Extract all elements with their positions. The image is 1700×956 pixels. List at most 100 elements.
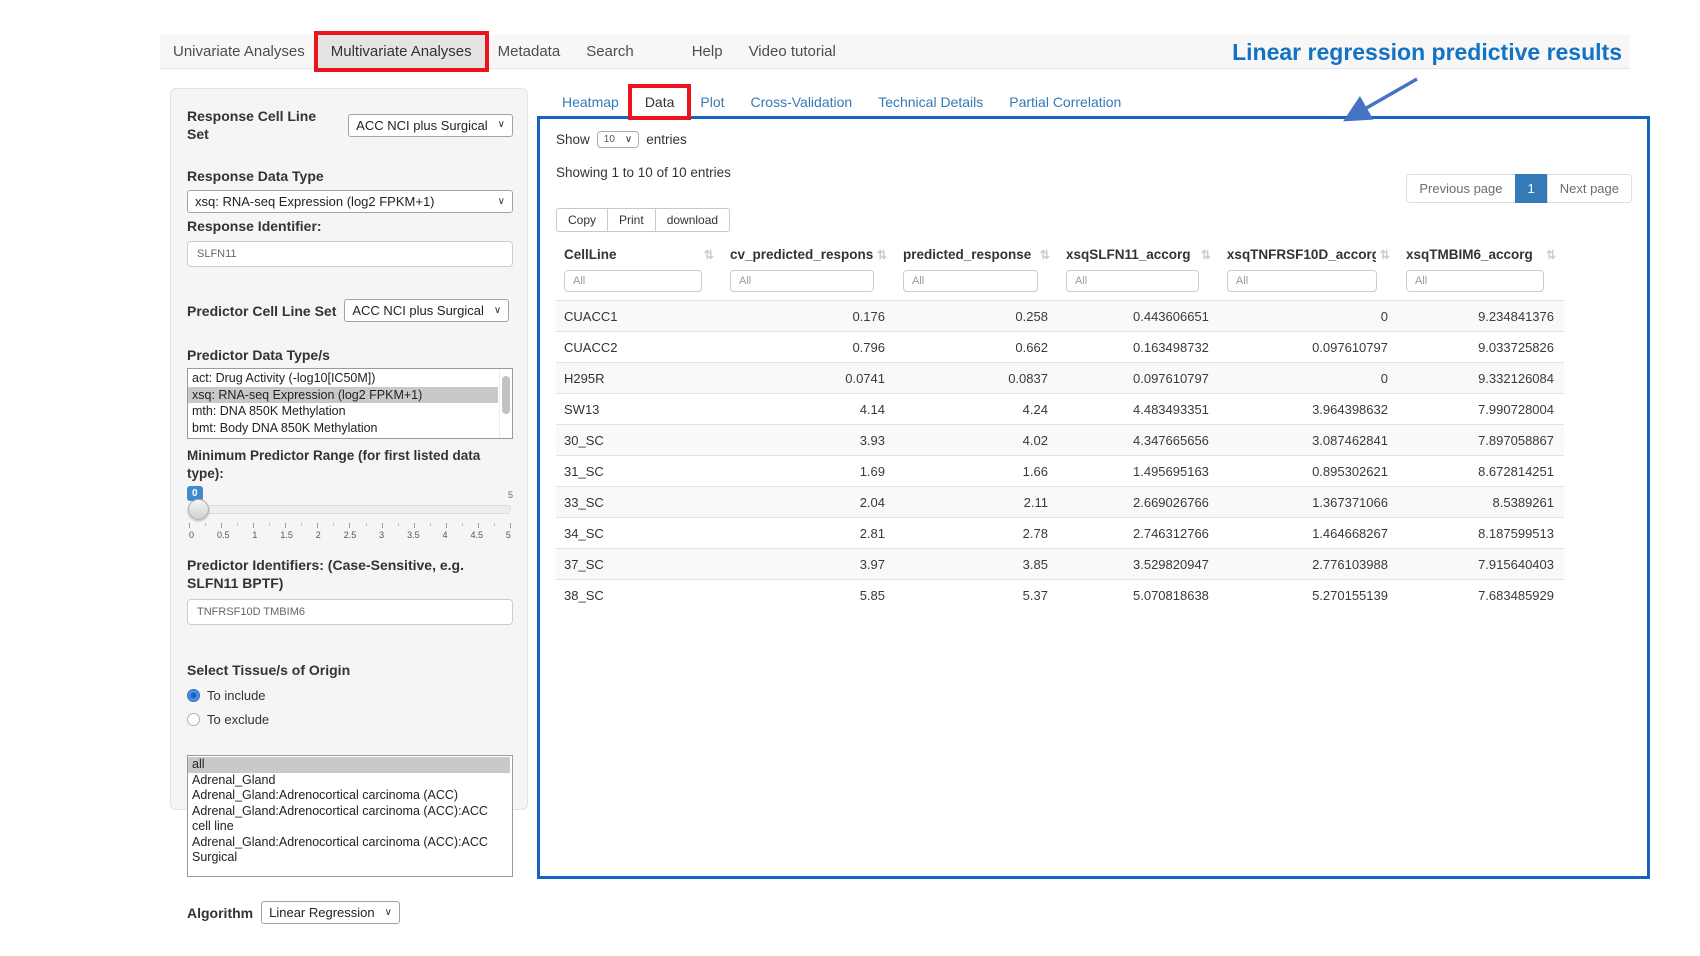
sort-icon[interactable]: ⇅: [1201, 248, 1211, 262]
cell-value: 3.529820947: [1058, 549, 1219, 580]
cell-value: 3.964398632: [1219, 394, 1398, 425]
min-predictor-range-slider: 0 5 00.511.522.533.544.55: [187, 505, 513, 540]
tissue-radio-to-include[interactable]: To include: [187, 688, 513, 703]
tab-data[interactable]: Data: [632, 88, 688, 116]
column-filter-input-cv-predicted-response[interactable]: [730, 270, 874, 292]
column-header-xsqslfn11-accorg[interactable]: xsqSLFN11_accorg⇅: [1058, 240, 1219, 268]
slider-ticks: [189, 523, 511, 528]
column-filter-input-xsqslfn11-accorg[interactable]: [1066, 270, 1199, 292]
nav-item-multivariate-analyses[interactable]: Multivariate Analyses: [318, 35, 485, 68]
predictor-data-type-option-xsq[interactable]: xsq: RNA-seq Expression (log2 FPKM+1): [188, 387, 498, 404]
tissue-option-adrenal-gland-adrenocortical-carcinoma-a[interactable]: Adrenal_Gland:Adrenocortical carcinoma (…: [188, 788, 510, 804]
response-data-type-select[interactable]: xsq: RNA-seq Expression (log2 FPKM+1) ∨: [187, 190, 513, 213]
tab-partial-correlation[interactable]: Partial Correlation: [996, 88, 1134, 116]
table-row: 31_SC1.691.661.4956951630.8953026218.672…: [556, 456, 1564, 487]
predictor-data-type-option-mth[interactable]: mth: DNA 850K Methylation: [188, 403, 498, 420]
nav-item-video-tutorial[interactable]: Video tutorial: [736, 35, 849, 68]
previous-page-button[interactable]: Previous page: [1406, 174, 1515, 203]
chevron-down-icon: ∨: [385, 908, 392, 918]
cell-value: 0.0837: [895, 363, 1058, 394]
tissue-option-adrenal-gland-adrenocortical-carcinoma-a[interactable]: Adrenal_Gland:Adrenocortical carcinoma (…: [188, 835, 510, 866]
cell-value: 2.04: [722, 487, 895, 518]
sort-icon[interactable]: ⇅: [704, 248, 714, 262]
tab-technical-details[interactable]: Technical Details: [865, 88, 996, 116]
response-data-type-value: xsq: RNA-seq Expression (log2 FPKM+1): [195, 194, 435, 209]
nav-item-search[interactable]: Search: [573, 35, 647, 68]
table-copy-button[interactable]: Copy: [556, 208, 608, 232]
tissue-option-adrenal-gland-adrenocortical-carcinoma-a[interactable]: Adrenal_Gland:Adrenocortical carcinoma (…: [188, 804, 510, 835]
predictor-cell-line-set-select[interactable]: ACC NCI plus Surgical ∨: [344, 299, 509, 322]
slider-tick-label: 4.5: [470, 530, 483, 540]
cell-value: 5.85: [722, 580, 895, 611]
column-filter-input-predicted-response[interactable]: [903, 270, 1038, 292]
predictor-identifiers-input[interactable]: [187, 599, 513, 625]
response-identifier-input[interactable]: [187, 241, 513, 267]
algorithm-value: Linear Regression: [269, 905, 375, 920]
results-table: CellLine⇅cv_predicted_response⇅predicted…: [556, 240, 1564, 610]
table-download-button[interactable]: download: [655, 208, 730, 232]
slider-handle[interactable]: [188, 499, 209, 520]
predictor-cell-line-set-row: Predictor Cell Line Set ACC NCI plus Sur…: [187, 299, 513, 322]
tissue-option-adrenal-gland[interactable]: Adrenal_Gland: [188, 773, 510, 789]
listbox-scrollbar[interactable]: [499, 369, 512, 438]
nav-item-help[interactable]: Help: [679, 35, 736, 68]
tab-heatmap[interactable]: Heatmap: [549, 88, 632, 116]
cell-value: 4.483493351: [1058, 394, 1219, 425]
next-page-button[interactable]: Next page: [1547, 174, 1632, 203]
nav-item-metadata[interactable]: Metadata: [485, 35, 574, 68]
sort-icon[interactable]: ⇅: [1380, 248, 1390, 262]
table-row: CUACC10.1760.2580.44360665109.234841376: [556, 301, 1564, 332]
predictor-data-type-option-bmt[interactable]: bmt: Body DNA 850K Methylation: [188, 420, 498, 437]
cell-value: 4.14: [722, 394, 895, 425]
table-print-button[interactable]: Print: [607, 208, 656, 232]
tissue-origin-label: Select Tissue/s of Origin: [187, 661, 513, 679]
tab-plot[interactable]: Plot: [687, 88, 737, 116]
tissue-option-all[interactable]: all: [188, 757, 510, 773]
column-filter-input-xsqtmbim6-accorg[interactable]: [1406, 270, 1544, 292]
predictor-data-types-listbox[interactable]: act: Drug Activity (-log10[IC50M])xsq: R…: [187, 368, 513, 439]
cell-cellline: SW13: [556, 394, 722, 425]
column-header-cellline[interactable]: CellLine⇅: [556, 240, 722, 268]
show-entries-select[interactable]: 10 ∨: [597, 131, 639, 148]
cell-value: 0.097610797: [1058, 363, 1219, 394]
response-cell-line-set-select[interactable]: ACC NCI plus Surgical ∨: [348, 114, 513, 137]
nav-item-univariate-analyses[interactable]: Univariate Analyses: [160, 35, 318, 68]
cell-value: 2.669026766: [1058, 487, 1219, 518]
table-row: CUACC20.7960.6620.1634987320.0976107979.…: [556, 332, 1564, 363]
tissue-listbox[interactable]: allAdrenal_GlandAdrenal_Gland:Adrenocort…: [187, 755, 513, 877]
annotation-title: Linear regression predictive results: [1232, 37, 1622, 67]
response-cell-line-set-row: Response Cell Line Set ACC NCI plus Surg…: [187, 107, 513, 143]
sort-icon[interactable]: ⇅: [1040, 248, 1050, 262]
radio-checked-icon: [187, 689, 200, 702]
column-filter-input-xsqtnfrsf10d-accorg[interactable]: [1227, 270, 1377, 292]
sort-icon[interactable]: ⇅: [1546, 248, 1556, 262]
predictor-data-type-option-act[interactable]: act: Drug Activity (-log10[IC50M]): [188, 370, 498, 387]
table-row: 34_SC2.812.782.7463127661.4646682678.187…: [556, 518, 1564, 549]
table-row: 33_SC2.042.112.6690267661.3673710668.538…: [556, 487, 1564, 518]
slider-track[interactable]: [189, 505, 511, 514]
show-entries-value: 10: [604, 134, 615, 145]
column-header-cv-predicted-response[interactable]: cv_predicted_response⇅: [722, 240, 895, 268]
cell-value: 0.895302621: [1219, 456, 1398, 487]
scrollbar-thumb[interactable]: [502, 376, 510, 414]
column-header-xsqtmbim6-accorg[interactable]: xsqTMBIM6_accorg⇅: [1398, 240, 1564, 268]
algorithm-select[interactable]: Linear Regression ∨: [261, 901, 400, 924]
algorithm-label: Algorithm: [187, 904, 253, 922]
slider-tick-label: 2: [316, 530, 321, 540]
cell-value: 8.5389261: [1398, 487, 1564, 518]
predictor-identifiers-label: Predictor Identifiers: (Case-Sensitive, …: [187, 556, 507, 592]
tab-cross-validation[interactable]: Cross-Validation: [738, 88, 866, 116]
cell-value: 0.097610797: [1219, 332, 1398, 363]
sort-icon[interactable]: ⇅: [877, 248, 887, 262]
predictor-data-types-label: Predictor Data Type/s: [187, 346, 513, 364]
current-page-button[interactable]: 1: [1515, 174, 1548, 203]
column-header-xsqtnfrsf10d-accorg[interactable]: xsqTNFRSF10D_accorg ⇅: [1219, 240, 1398, 268]
column-filter-input-cellline[interactable]: [564, 270, 702, 292]
tissue-radio-to-exclude[interactable]: To exclude: [187, 712, 513, 727]
column-header-label: xsqTNFRSF10D_accorg: [1227, 247, 1376, 262]
show-entries-row: Show 10 ∨ entries: [556, 131, 1631, 148]
predictor-cell-line-set-label: Predictor Cell Line Set: [187, 302, 336, 320]
entries-label: entries: [646, 132, 687, 147]
column-header-predicted-response[interactable]: predicted_response⇅: [895, 240, 1058, 268]
slider-tick-label: 5: [506, 530, 511, 540]
